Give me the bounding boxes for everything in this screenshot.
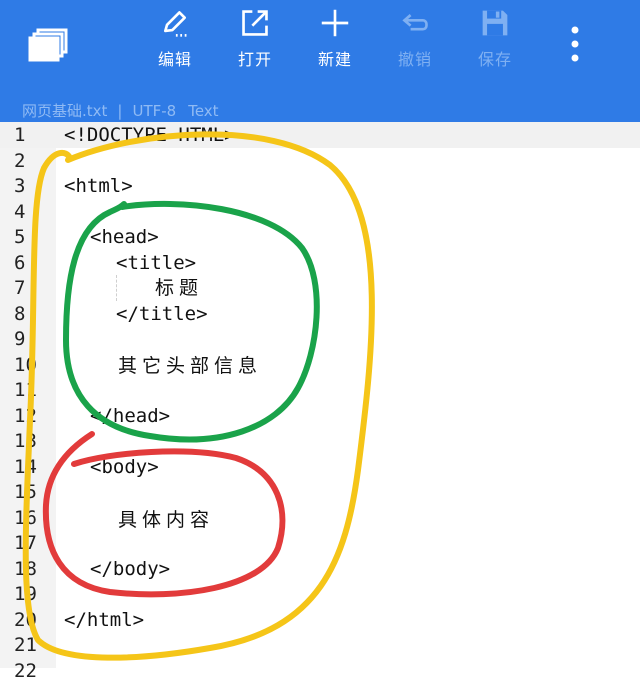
plus-icon bbox=[321, 9, 349, 37]
edit-label: 编辑 bbox=[157, 50, 192, 69]
indent-guide bbox=[116, 275, 117, 301]
line-number: 5 bbox=[14, 226, 26, 248]
code-line-5: <head> bbox=[90, 226, 159, 248]
open-button[interactable]: 打开 bbox=[225, 8, 285, 70]
save-button[interactable]: 保存 bbox=[465, 8, 525, 70]
line-number: 20 bbox=[14, 608, 37, 631]
code-line-6: <title> bbox=[116, 251, 197, 274]
edit-button[interactable]: 编辑 bbox=[145, 8, 205, 70]
file-type: Text bbox=[188, 102, 219, 120]
line-number: 7 bbox=[14, 277, 26, 299]
file-encoding: UTF-8 bbox=[132, 102, 177, 120]
line-number: 9 bbox=[14, 328, 26, 350]
code-line-3: <html> bbox=[64, 175, 133, 197]
code-line-14: <body> bbox=[90, 455, 159, 478]
undo-arrow-icon bbox=[402, 14, 428, 31]
floppy-disk-icon bbox=[482, 10, 508, 36]
save-label: 保存 bbox=[477, 50, 512, 69]
code-line-16: 具体内容 bbox=[118, 509, 215, 531]
line-number: 21 bbox=[14, 634, 37, 656]
line-number: 18 bbox=[14, 557, 37, 580]
file-info-separator: | bbox=[117, 102, 123, 120]
line-number: 14 bbox=[14, 455, 37, 478]
line-number: 3 bbox=[14, 175, 26, 197]
line-number: 17 bbox=[14, 532, 37, 554]
new-label: 新建 bbox=[317, 50, 352, 69]
line-number: 1 bbox=[14, 124, 26, 146]
new-button[interactable]: 新建 bbox=[305, 8, 365, 70]
code-line-8: </title> bbox=[116, 302, 208, 325]
more-vertical-icon[interactable] bbox=[562, 24, 588, 64]
line-number: 22 bbox=[14, 659, 37, 682]
line-number: 8 bbox=[14, 302, 26, 325]
line-number: 13 bbox=[14, 430, 37, 452]
code-line-18: </body> bbox=[90, 557, 171, 580]
code-line-7: 标题 bbox=[155, 277, 204, 299]
file-info-bar: 网页基础.txt | UTF-8 Text bbox=[0, 95, 640, 122]
undo-label: 撤销 bbox=[397, 50, 432, 69]
pen-edit-icon bbox=[163, 11, 187, 37]
line-number: 12 bbox=[14, 404, 37, 427]
code-line-20: </html> bbox=[64, 608, 145, 631]
line-number: 2 bbox=[14, 149, 26, 172]
tabs-stack-icon[interactable] bbox=[28, 28, 68, 62]
line-number: 15 bbox=[14, 481, 37, 503]
file-name: 网页基础.txt bbox=[22, 102, 108, 120]
code-line-12: </head> bbox=[90, 404, 171, 427]
text-editor[interactable]: 1 2 3 4 5 6 7 8 9 10 11 12 13 14 15 16 1… bbox=[0, 122, 640, 682]
line-number: 10 bbox=[14, 353, 37, 376]
line-number: 16 bbox=[14, 506, 37, 529]
open-external-icon bbox=[242, 10, 268, 36]
code-line-1: <!DOCTYPE HTML> bbox=[64, 124, 236, 146]
open-label: 打开 bbox=[237, 50, 272, 69]
line-number: 19 bbox=[14, 583, 37, 605]
line-number: 4 bbox=[14, 200, 26, 223]
undo-button[interactable]: 撤销 bbox=[385, 8, 445, 70]
line-number: 6 bbox=[14, 251, 26, 274]
app-toolbar: 编辑 打开 新建 撤销 保存 bbox=[0, 0, 640, 95]
line-number: 11 bbox=[14, 379, 37, 401]
code-line-10: 其它头部信息 bbox=[118, 355, 263, 377]
